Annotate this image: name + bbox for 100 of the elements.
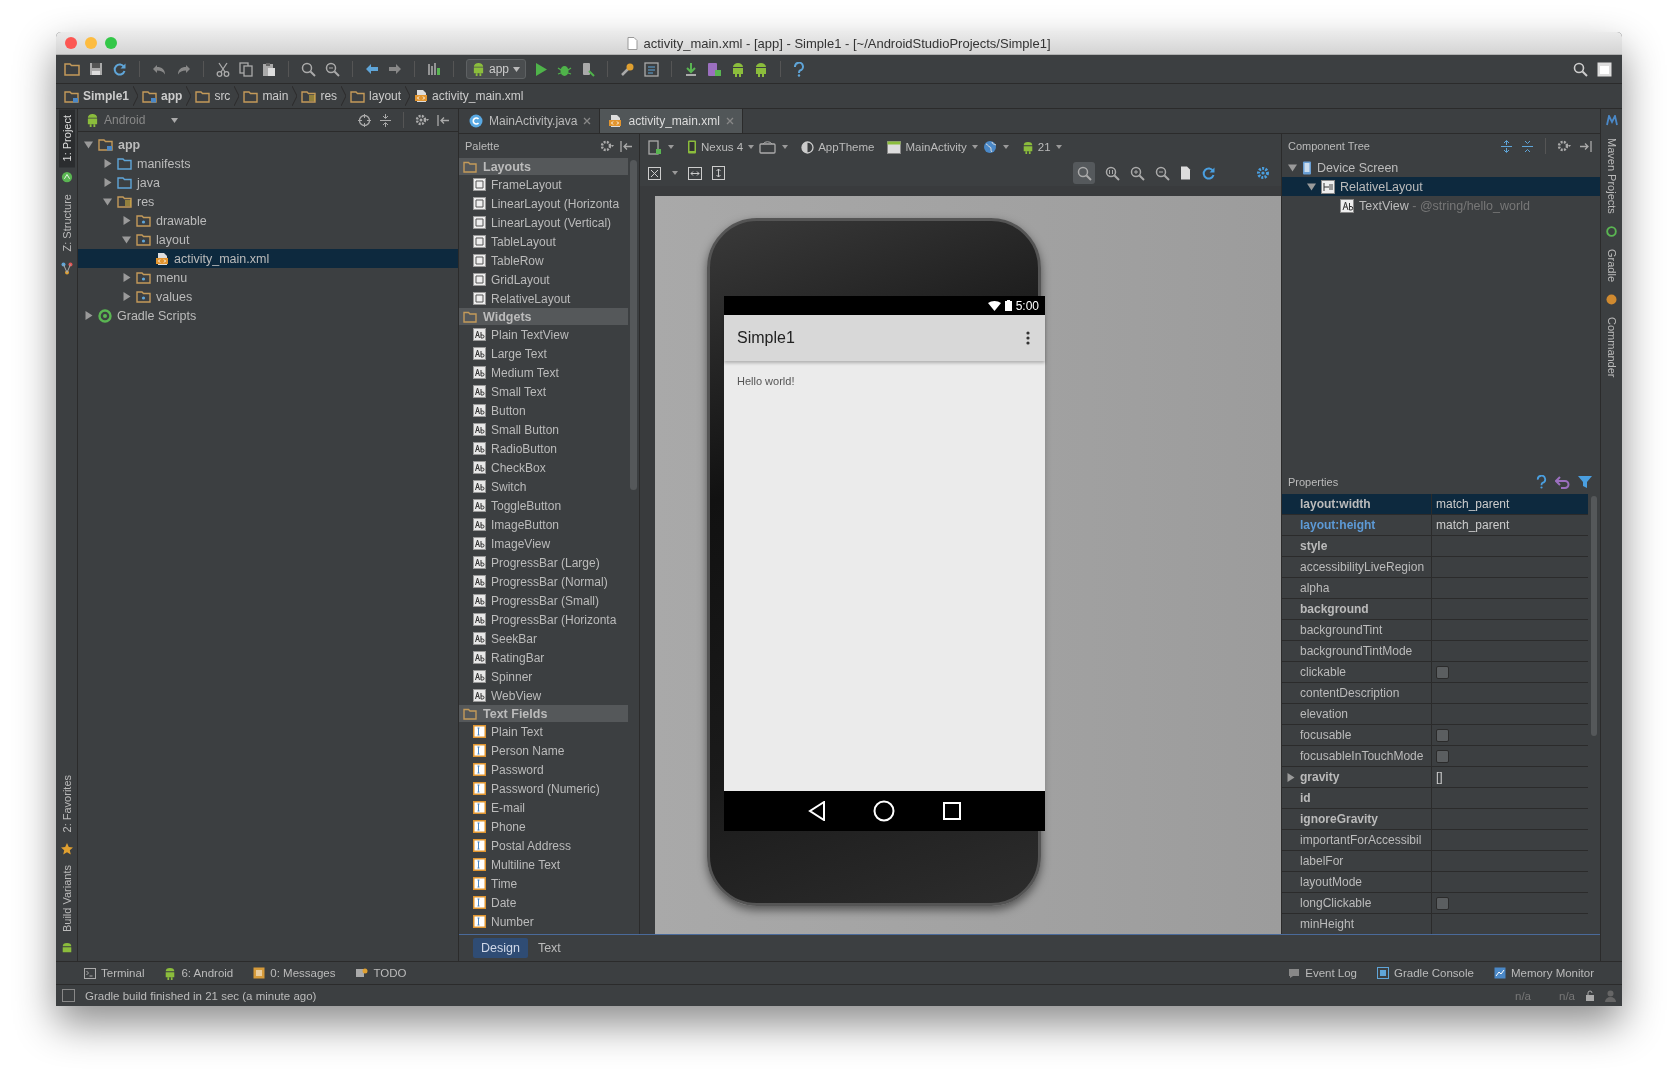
palette-item[interactable]: TableRow bbox=[459, 251, 628, 270]
tool-window-tab[interactable]: Gradle bbox=[1603, 242, 1620, 288]
collapsed-arrow-icon[interactable] bbox=[122, 273, 131, 282]
hide-panel-icon[interactable] bbox=[1579, 139, 1592, 153]
property-row[interactable]: layout:width match_parent bbox=[1282, 494, 1588, 515]
forward-arrow-icon[interactable] bbox=[388, 63, 402, 75]
property-row[interactable]: backgroundTint bbox=[1282, 620, 1588, 641]
palette-item[interactable]: ProgressBar (Normal) bbox=[459, 572, 628, 591]
sync-icon[interactable] bbox=[112, 61, 127, 77]
collapsed-arrow-icon[interactable] bbox=[103, 159, 112, 168]
property-row[interactable]: focusableInTouchMode bbox=[1282, 746, 1588, 767]
palette-group-header[interactable]: Widgets bbox=[459, 308, 628, 325]
property-row[interactable]: clickable bbox=[1282, 662, 1588, 683]
attach-debugger-icon[interactable] bbox=[581, 61, 596, 77]
refresh-icon[interactable] bbox=[1201, 165, 1216, 181]
horizontal-resize-icon[interactable] bbox=[688, 166, 702, 180]
project-tree-item[interactable]: app bbox=[78, 135, 458, 154]
palette-item[interactable]: ProgressBar (Large) bbox=[459, 553, 628, 572]
component-tree-item[interactable]: RelativeLayout bbox=[1282, 177, 1600, 196]
editor-tab[interactable]: activity_main.xml bbox=[600, 109, 743, 133]
tool-window-tab[interactable]: Build Variants bbox=[58, 858, 75, 938]
project-tree-item[interactable]: manifests bbox=[78, 154, 458, 173]
redo-icon[interactable] bbox=[176, 62, 191, 76]
search-icon[interactable] bbox=[1573, 61, 1588, 77]
palette-item[interactable]: Button bbox=[459, 401, 628, 420]
palette-item[interactable]: Small Text bbox=[459, 382, 628, 401]
palette-item[interactable]: ImageButton bbox=[459, 515, 628, 534]
palette-item[interactable]: Number bbox=[459, 912, 628, 931]
property-row[interactable]: style bbox=[1282, 536, 1588, 557]
theme-dropdown[interactable]: AppTheme bbox=[801, 140, 875, 154]
palette-item[interactable]: FrameLayout bbox=[459, 175, 628, 194]
undo-icon[interactable] bbox=[1555, 475, 1570, 489]
tool-window-button[interactable]: 6: Android bbox=[164, 966, 234, 980]
api-level-dropdown[interactable]: 21 bbox=[1021, 140, 1062, 154]
palette-item[interactable]: Person Name bbox=[459, 741, 628, 760]
breadcrumb[interactable]: Simple1 bbox=[64, 89, 130, 103]
property-row[interactable]: focusable bbox=[1282, 725, 1588, 746]
palette-item[interactable]: RadioButton bbox=[459, 439, 628, 458]
expanded-arrow-icon[interactable] bbox=[103, 197, 112, 206]
wrench-icon[interactable] bbox=[620, 61, 636, 77]
project-tree-item[interactable]: activity_main.xml bbox=[78, 249, 458, 268]
property-row[interactable]: backgroundTintMode bbox=[1282, 641, 1588, 662]
paste-icon[interactable] bbox=[262, 61, 276, 77]
recents-icon[interactable] bbox=[943, 802, 962, 820]
scissors-icon[interactable] bbox=[216, 61, 230, 77]
download-icon[interactable] bbox=[684, 61, 699, 77]
tool-window-tab[interactable]: 1: Project bbox=[58, 109, 75, 168]
palette-item[interactable]: Spinner bbox=[459, 667, 628, 686]
property-row[interactable]: labelFor bbox=[1282, 851, 1588, 872]
breadcrumb[interactable]: activity_main.xml bbox=[414, 89, 524, 103]
scrollbar-thumb[interactable] bbox=[630, 160, 637, 490]
palette-item[interactable]: ProgressBar (Horizonta bbox=[459, 610, 628, 629]
expand-all-icon[interactable] bbox=[1500, 139, 1513, 153]
settings-icon[interactable] bbox=[1557, 139, 1571, 153]
palette-item[interactable]: Date bbox=[459, 893, 628, 912]
back-arrow-icon[interactable] bbox=[365, 63, 379, 75]
search-icon[interactable] bbox=[301, 61, 316, 77]
palette-item[interactable]: SeekBar bbox=[459, 629, 628, 648]
tool-window-button[interactable]: Event Log bbox=[1288, 967, 1357, 979]
breadcrumb[interactable]: layout bbox=[350, 89, 402, 103]
component-tree-item[interactable]: Device Screen bbox=[1282, 158, 1600, 177]
overflow-menu-icon[interactable] bbox=[1026, 331, 1030, 345]
project-tree-item[interactable]: Gradle Scripts bbox=[78, 306, 458, 325]
crosshair-icon[interactable] bbox=[358, 113, 371, 127]
copy-icon[interactable] bbox=[239, 61, 253, 77]
tool-window-tab[interactable]: Maven Projects bbox=[1603, 132, 1620, 220]
property-row[interactable]: gravity [] bbox=[1282, 767, 1588, 788]
property-row[interactable]: accessibilityLiveRegion bbox=[1282, 557, 1588, 578]
device-config-icon[interactable] bbox=[648, 139, 662, 155]
tool-window-tab[interactable]: 2: Favorites bbox=[58, 769, 75, 839]
project-view-dropdown[interactable]: Android bbox=[86, 113, 178, 127]
collapsed-arrow-icon[interactable] bbox=[122, 292, 131, 301]
device-icon[interactable] bbox=[707, 61, 723, 77]
help-icon[interactable] bbox=[793, 61, 806, 77]
property-row[interactable]: ignoreGravity bbox=[1282, 809, 1588, 830]
collapsed-arrow-icon[interactable] bbox=[103, 178, 112, 187]
close-icon[interactable] bbox=[725, 117, 734, 125]
palette-item[interactable]: Phone bbox=[459, 817, 628, 836]
palette-item[interactable]: Switch bbox=[459, 477, 628, 496]
breadcrumb[interactable]: res bbox=[301, 89, 338, 103]
property-row[interactable]: layout:height match_parent bbox=[1282, 515, 1588, 536]
palette-item[interactable]: CheckBox bbox=[459, 458, 628, 477]
palette-item[interactable]: RelativeLayout bbox=[459, 289, 628, 308]
tool-window-tab[interactable]: Z: Structure bbox=[58, 188, 75, 258]
palette-item[interactable]: Password (Numeric) bbox=[459, 779, 628, 798]
tool-window-tab[interactable]: Commander bbox=[1603, 310, 1620, 384]
project-structure-icon[interactable] bbox=[644, 61, 660, 77]
property-row[interactable]: alpha bbox=[1282, 578, 1588, 599]
project-tree-item[interactable]: java bbox=[78, 173, 458, 192]
property-row[interactable]: contentDescription bbox=[1282, 683, 1588, 704]
project-tree-item[interactable]: layout bbox=[78, 230, 458, 249]
home-icon[interactable] bbox=[873, 800, 896, 822]
lock-icon[interactable] bbox=[1585, 990, 1595, 1001]
project-tree-item[interactable]: menu bbox=[78, 268, 458, 287]
folder-icon[interactable] bbox=[64, 62, 80, 76]
palette-group-header[interactable]: Text Fields bbox=[459, 705, 628, 722]
palette-item[interactable]: Plain Text bbox=[459, 722, 628, 741]
property-row[interactable]: layoutMode bbox=[1282, 872, 1588, 893]
palette-item[interactable]: ImageView bbox=[459, 534, 628, 553]
editor-mode-tab[interactable]: Text bbox=[529, 938, 569, 958]
